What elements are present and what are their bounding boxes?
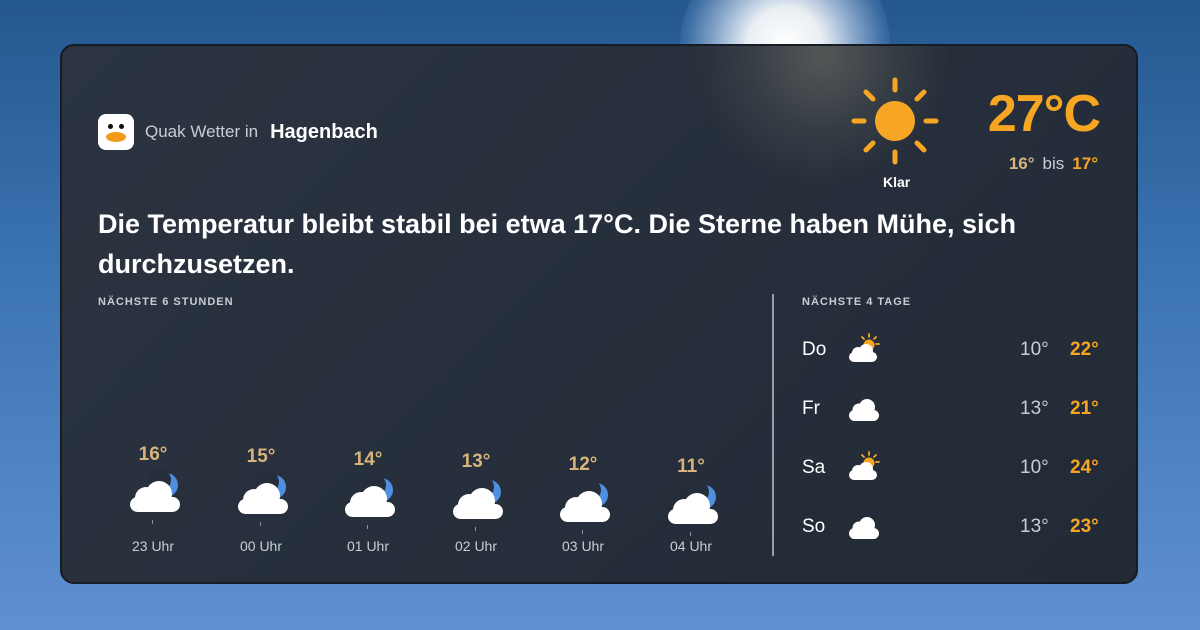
cloud-sun-icon [846, 332, 882, 366]
day-low: 10° [1020, 339, 1049, 360]
day-row: So 13° 23° [802, 507, 1102, 547]
hour-time: 02 Uhr [454, 538, 498, 554]
daily-section-title: NÄCHSTE 4 TAGE [802, 296, 912, 308]
hour-tick [582, 529, 583, 534]
hour-temp: 15° [246, 446, 276, 468]
day-row: Fr 13° 21° [802, 389, 1102, 429]
day-row: Do 10° 22° [802, 330, 1102, 370]
hour-tick [367, 524, 368, 529]
range-word: bis [1042, 154, 1065, 173]
hour-item: 12° 03 Uhr [538, 46, 628, 566]
day-high: 23° [1070, 516, 1099, 537]
cloud-moon-icon [236, 471, 290, 518]
cloud-moon-icon [343, 473, 397, 521]
current-weather: Klar 27°C 16° bis 17° [850, 76, 1101, 196]
range-high: 17° [1072, 154, 1098, 173]
hour-temp: 14° [353, 448, 383, 470]
cloud-moon-icon [128, 469, 182, 516]
cloud-icon [846, 509, 882, 543]
section-divider [772, 294, 774, 556]
day-name: Do [802, 339, 827, 360]
day-name: So [802, 516, 826, 537]
range-low: 16° [1008, 154, 1035, 173]
day-low: 13° [1020, 516, 1049, 537]
hour-time: 00 Uhr [239, 538, 283, 554]
weather-card: Quak Wetter in Hagenbach Klar 27°C 16° bi… [60, 44, 1138, 584]
current-temperature: 27°C [987, 85, 1101, 143]
hour-tick [690, 532, 691, 536]
sun-icon [851, 77, 939, 165]
hour-item: 15° 00 Uhr [216, 46, 306, 566]
day-high: 21° [1070, 398, 1099, 419]
hour-temp: 11° [677, 456, 705, 477]
cloud-moon-icon [451, 476, 505, 523]
hour-time: 03 Uhr [561, 538, 605, 554]
day-high: 24° [1070, 457, 1099, 478]
hour-tick [152, 520, 153, 524]
hour-tick [260, 522, 261, 527]
hour-time: 01 Uhr [346, 538, 390, 554]
hour-time: 23 Uhr [131, 538, 175, 554]
hour-item: 16° 23 Uhr [108, 46, 198, 566]
day-name: Fr [802, 398, 820, 419]
hour-item: 14° 01 Uhr [323, 46, 413, 566]
hour-tick [475, 527, 476, 532]
cloud-moon-icon [558, 478, 612, 526]
day-low: 13° [1020, 398, 1049, 419]
day-high: 22° [1070, 339, 1099, 360]
hour-item: 13° 02 Uhr [431, 46, 521, 566]
cloud-icon [846, 391, 882, 425]
hour-temp: 12° [568, 453, 598, 475]
day-name: Sa [802, 457, 826, 478]
current-condition: Klar [883, 174, 911, 190]
hour-temp: 16° [138, 444, 168, 465]
cloud-moon-icon [666, 481, 720, 528]
day-row: Sa 10° 24° [802, 448, 1102, 488]
cloud-sun-icon [846, 450, 882, 484]
temperature-range: 16° bis 17° [1009, 154, 1098, 174]
day-low: 10° [1020, 457, 1049, 478]
hour-item: 11° 04 Uhr [646, 46, 736, 566]
hour-temp: 13° [461, 451, 491, 473]
hour-time: 04 Uhr [669, 538, 713, 554]
